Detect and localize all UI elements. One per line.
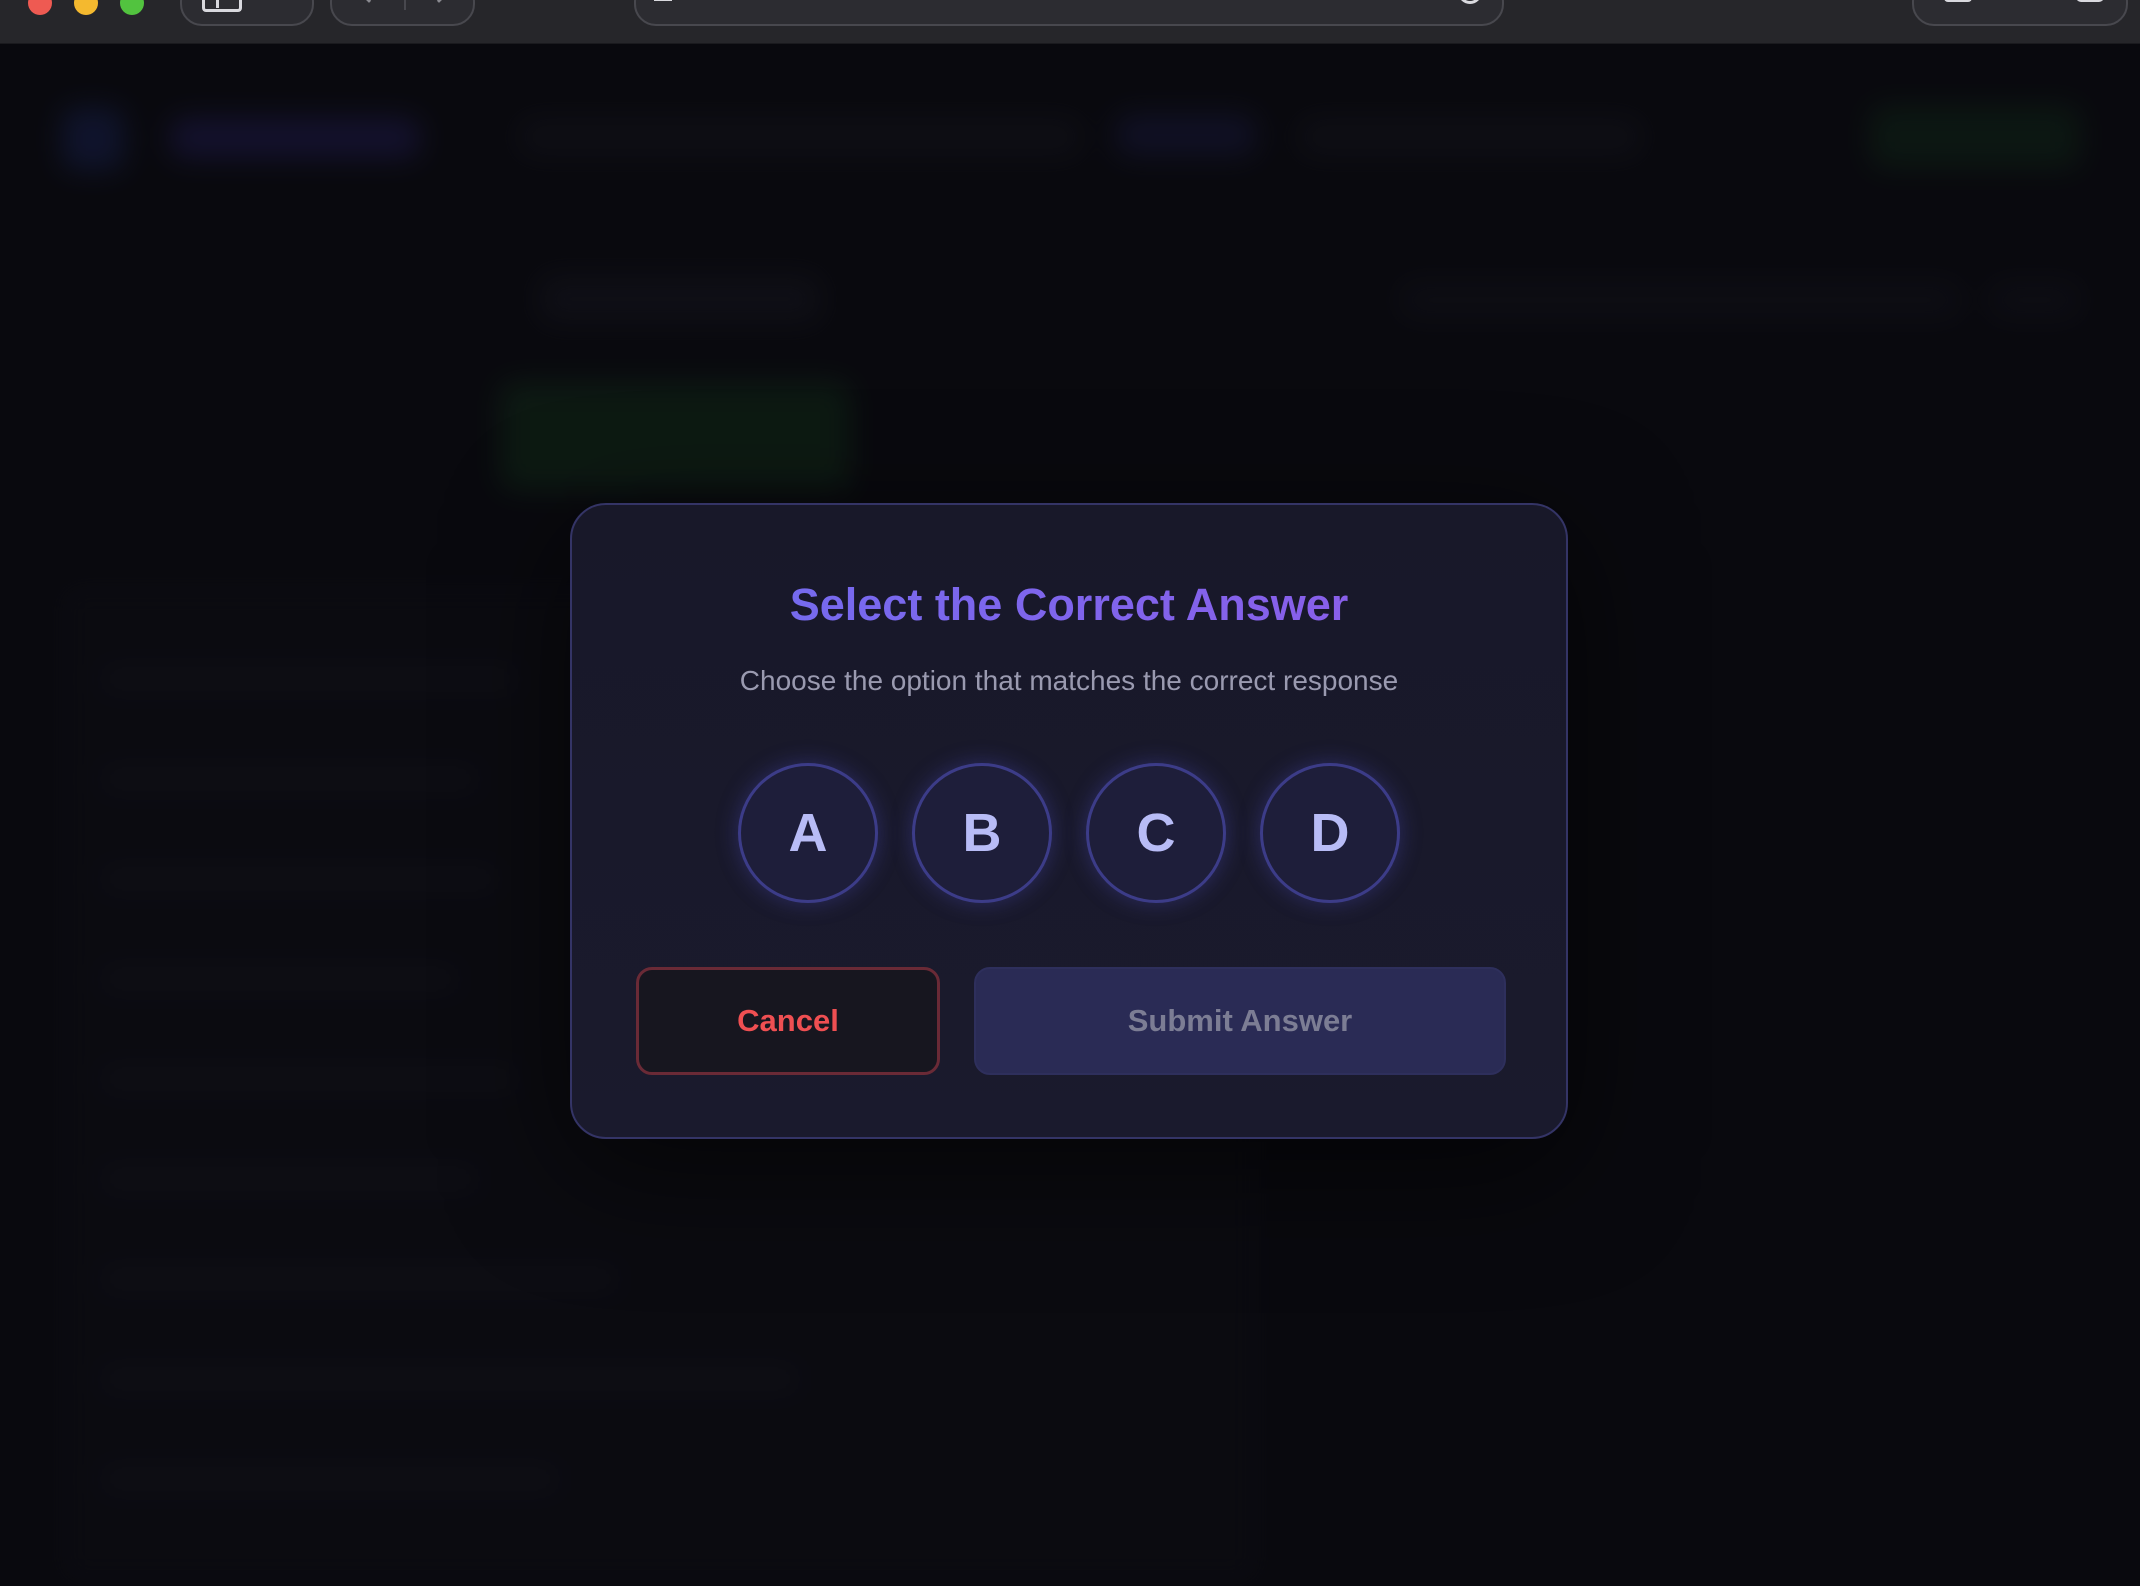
option-d-button[interactable]: D <box>1260 763 1400 903</box>
navigation-buttons <box>330 0 475 26</box>
option-c-button[interactable]: C <box>1086 763 1226 903</box>
forward-arrow-icon[interactable] <box>429 0 449 3</box>
nav-divider <box>404 0 406 10</box>
toolbar-actions <box>1912 0 2128 26</box>
sidebar-icon <box>202 0 242 12</box>
close-window-button[interactable] <box>28 0 52 15</box>
share-icon[interactable] <box>1944 0 1972 2</box>
cancel-button[interactable]: Cancel <box>636 967 940 1075</box>
submit-answer-button[interactable]: Submit Answer <box>974 967 1506 1075</box>
modal-title: Select the Correct Answer <box>572 579 1566 631</box>
sidebar-toggle-button[interactable] <box>180 0 314 26</box>
zoom-window-button[interactable] <box>120 0 144 15</box>
option-a-button[interactable]: A <box>738 763 878 903</box>
browser-toolbar: localhost <box>0 0 2140 44</box>
address-bar[interactable]: localhost <box>634 0 1504 26</box>
modal-subtitle: Choose the option that matches the corre… <box>739 665 1399 696</box>
minimize-window-button[interactable] <box>74 0 98 15</box>
back-arrow-icon[interactable] <box>359 0 379 3</box>
answer-modal: Select the Correct Answer Choose the opt… <box>570 503 1568 1139</box>
tab-overview-icon[interactable] <box>2076 0 2104 2</box>
url-text: localhost <box>636 0 1502 5</box>
option-b-button[interactable]: B <box>912 763 1052 903</box>
answer-options: A B C D <box>738 763 1400 903</box>
